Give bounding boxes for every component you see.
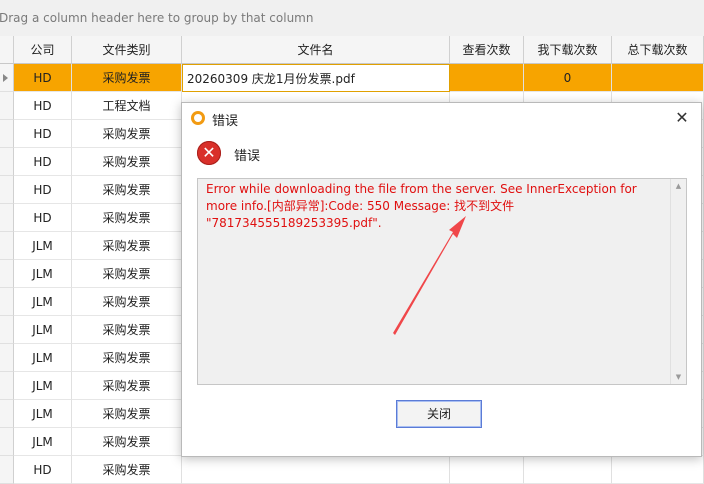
cell-company[interactable]: JLM <box>14 428 72 456</box>
cell-category[interactable]: 采购发票 <box>72 456 182 484</box>
group-by-panel[interactable]: Drag a column header here to group by th… <box>0 0 704 37</box>
row-indicator[interactable] <box>0 148 14 176</box>
scroll-down-icon[interactable]: ▼ <box>671 370 686 384</box>
row-indicator[interactable] <box>0 456 14 484</box>
cell-category[interactable]: 采购发票 <box>72 344 182 372</box>
row-indicator[interactable] <box>0 344 14 372</box>
cell-company[interactable]: HD <box>14 92 72 120</box>
cell-company[interactable]: HD <box>14 64 72 92</box>
cell-my-downloads[interactable]: 0 <box>524 64 612 92</box>
cell-category[interactable]: 采购发票 <box>72 120 182 148</box>
cell-category[interactable]: 工程文档 <box>72 92 182 120</box>
cell-category[interactable]: 采购发票 <box>72 428 182 456</box>
cell-company[interactable]: JLM <box>14 232 72 260</box>
cell-category[interactable]: 采购发票 <box>72 232 182 260</box>
row-indicator[interactable] <box>0 232 14 260</box>
column-header-my-downloads[interactable]: 我下载次数 <box>524 36 612 64</box>
row-indicator[interactable] <box>0 120 14 148</box>
cell-category[interactable]: 采购发票 <box>72 176 182 204</box>
cell-company[interactable]: JLM <box>14 344 72 372</box>
row-indicator[interactable] <box>0 64 14 92</box>
row-indicator[interactable] <box>0 92 14 120</box>
current-row-arrow-icon <box>3 74 8 82</box>
cell-company[interactable]: HD <box>14 120 72 148</box>
cell-category[interactable]: 采购发票 <box>72 204 182 232</box>
group-by-hint: Drag a column header here to group by th… <box>0 11 314 25</box>
cell-company[interactable]: HD <box>14 456 72 484</box>
cell-company[interactable]: JLM <box>14 400 72 428</box>
cell-filename[interactable] <box>182 456 450 484</box>
dialog-title-bar[interactable]: 错误 ✕ <box>182 103 701 133</box>
row-indicator[interactable] <box>0 428 14 456</box>
error-dialog: 错误 ✕ ✕ 错误 Error while downloading the fi… <box>181 102 702 457</box>
cell-category[interactable]: 采购发票 <box>72 372 182 400</box>
column-header-views[interactable]: 查看次数 <box>450 36 524 64</box>
vertical-scrollbar[interactable]: ▲ ▼ <box>670 179 686 384</box>
app-logo-icon <box>191 111 205 125</box>
row-indicator[interactable] <box>0 288 14 316</box>
cell-total-downloads[interactable] <box>612 456 704 484</box>
scroll-up-icon[interactable]: ▲ <box>671 179 686 193</box>
column-header-filename[interactable]: 文件名 <box>182 36 450 64</box>
column-header-category[interactable]: 文件类别 <box>72 36 182 64</box>
row-indicator[interactable] <box>0 204 14 232</box>
close-icon[interactable]: ✕ <box>671 107 693 129</box>
column-header-company[interactable]: 公司 <box>14 36 72 64</box>
cell-category[interactable]: 采购发票 <box>72 260 182 288</box>
error-message-box[interactable]: Error while downloading the file from th… <box>197 178 687 385</box>
cell-company[interactable]: JLM <box>14 316 72 344</box>
cell-category[interactable]: 采购发票 <box>72 288 182 316</box>
cell-total-downloads[interactable] <box>612 64 704 92</box>
row-indicator[interactable] <box>0 260 14 288</box>
cell-company[interactable]: HD <box>14 148 72 176</box>
cell-views[interactable] <box>450 64 524 92</box>
column-header-total-downloads[interactable]: 总下载次数 <box>612 36 704 64</box>
table-row[interactable]: HD 采购发票 <box>0 456 704 484</box>
row-indicator-header <box>0 36 14 64</box>
cell-company[interactable]: JLM <box>14 288 72 316</box>
error-message: Error while downloading the file from th… <box>206 182 637 230</box>
error-icon: ✕ <box>197 141 221 165</box>
row-indicator[interactable] <box>0 176 14 204</box>
cell-my-downloads[interactable] <box>524 456 612 484</box>
cell-company[interactable]: HD <box>14 204 72 232</box>
cell-category[interactable]: 采购发票 <box>72 64 182 92</box>
row-indicator[interactable] <box>0 372 14 400</box>
error-heading: 错误 <box>234 149 261 164</box>
row-indicator[interactable] <box>0 316 14 344</box>
cell-company[interactable]: JLM <box>14 260 72 288</box>
cell-category[interactable]: 采购发票 <box>72 400 182 428</box>
cell-views[interactable] <box>450 456 524 484</box>
row-indicator[interactable] <box>0 400 14 428</box>
table-row[interactable]: HD 采购发票 20260309 庆龙1月份发票.pdf 0 <box>0 64 704 92</box>
dialog-title: 错误 <box>212 114 239 129</box>
cell-category[interactable]: 采购发票 <box>72 148 182 176</box>
cell-company[interactable]: HD <box>14 176 72 204</box>
cell-filename[interactable]: 20260309 庆龙1月份发票.pdf <box>182 64 450 92</box>
cell-category[interactable]: 采购发票 <box>72 316 182 344</box>
close-button[interactable]: 关闭 <box>396 400 482 428</box>
cell-company[interactable]: JLM <box>14 372 72 400</box>
